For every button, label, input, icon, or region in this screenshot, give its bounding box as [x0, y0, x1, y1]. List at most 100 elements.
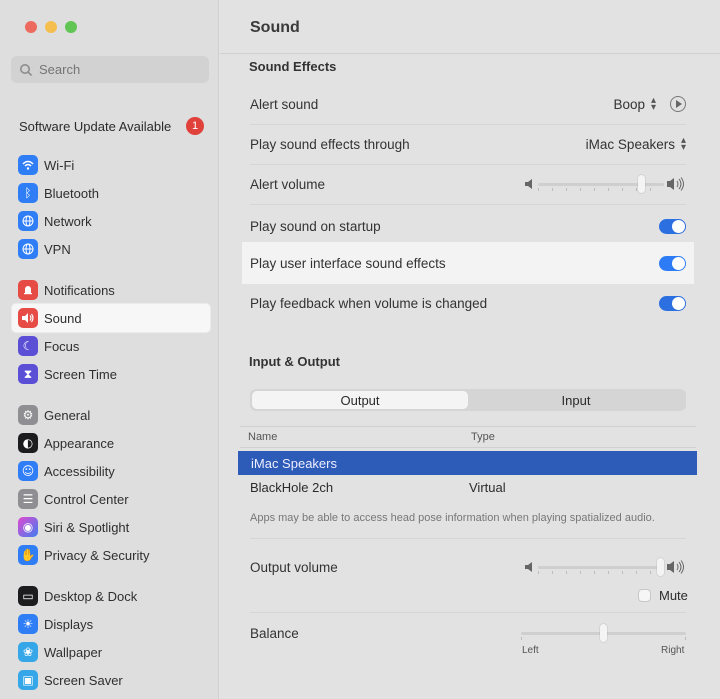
mute-label: Mute — [659, 588, 688, 603]
alert-sound-value: Boop — [613, 96, 645, 112]
slider-knob[interactable] — [637, 175, 645, 193]
dock-icon: ▭ — [18, 586, 38, 606]
sidebar-item-label: Displays — [44, 616, 94, 632]
search-input[interactable] — [39, 62, 189, 77]
chevron-updown-icon: ▴ ▾ — [680, 135, 686, 153]
device-name: iMac Speakers — [251, 455, 337, 471]
gear-icon: ⚙ — [18, 405, 38, 425]
mute-control[interactable]: Mute — [638, 588, 688, 603]
tab-input[interactable]: Input — [468, 391, 684, 409]
search-field[interactable] — [11, 56, 209, 83]
moon-icon: ☾ — [18, 336, 38, 356]
software-update-item[interactable]: Software Update Available 1 — [19, 116, 204, 136]
table-row[interactable]: iMac Speakers — [238, 451, 697, 475]
sidebar-item-label: Notifications — [44, 282, 115, 298]
sidebar-item-label: Desktop & Dock — [44, 588, 138, 604]
minimize-button[interactable] — [45, 21, 57, 33]
divider — [220, 53, 720, 54]
zoom-button[interactable] — [65, 21, 77, 33]
wallpaper-icon: ❀ — [18, 642, 38, 662]
balance-row: Balance — [238, 613, 698, 653]
speaker-icon — [18, 308, 38, 328]
sidebar-item-displays[interactable]: ☀ Displays — [12, 610, 210, 638]
spatial-audio-note: Apps may be able to access head pose inf… — [250, 512, 655, 524]
globe-icon — [18, 211, 38, 231]
alert-volume-label: Alert volume — [250, 176, 326, 192]
search-icon — [20, 63, 33, 76]
sidebar-item-control-center[interactable]: ☰ Control Center — [12, 485, 210, 513]
hourglass-icon: ⧗ — [18, 364, 38, 384]
table-row[interactable]: BlackHole 2ch Virtual — [238, 475, 697, 499]
section-heading-input-output: Input & Output — [249, 354, 340, 369]
sidebar-item-appearance[interactable]: ◐ Appearance — [12, 429, 210, 457]
sidebar-item-screen-time[interactable]: ⧗ Screen Time — [12, 360, 210, 388]
sidebar-item-label: Network — [44, 213, 92, 229]
sidebar-item-bluetooth[interactable]: ᛒ Bluetooth — [12, 179, 210, 207]
appearance-icon: ◐ — [18, 433, 38, 453]
siri-icon: ◉ — [18, 517, 38, 537]
sidebar-item-general[interactable]: ⚙ General — [12, 401, 210, 429]
sidebar-item-screen-saver[interactable]: ▣ Screen Saver — [12, 666, 210, 694]
sidebar-item-accessibility[interactable]: ☺ Accessibility — [12, 457, 210, 485]
column-header-type[interactable]: Type — [471, 431, 495, 443]
close-button[interactable] — [25, 21, 37, 33]
output-volume-label: Output volume — [250, 559, 338, 575]
sidebar-item-label: Sound — [44, 310, 82, 326]
sidebar-item-label: General — [44, 407, 91, 423]
device-type: Virtual — [469, 479, 506, 495]
sidebar-item-label: Wallpaper — [44, 644, 103, 660]
sidebar-item-focus[interactable]: ☾ Focus — [12, 332, 210, 360]
bell-icon — [18, 280, 38, 300]
slider-knob[interactable] — [600, 624, 607, 642]
slider-track — [538, 566, 664, 569]
sidebar-item-sound[interactable]: Sound — [12, 304, 210, 332]
play-alert-button[interactable] — [670, 96, 686, 112]
sidebar: Software Update Available 1 Wi-Fi ᛒ Blue… — [0, 0, 219, 699]
slider-knob[interactable] — [656, 558, 664, 576]
alert-sound-label: Alert sound — [250, 96, 319, 112]
screensaver-icon: ▣ — [18, 670, 38, 690]
slider-track — [538, 183, 664, 186]
output-volume-slider[interactable] — [524, 557, 686, 577]
column-header-name[interactable]: Name — [240, 431, 471, 443]
sidebar-item-network[interactable]: Network — [12, 207, 210, 235]
alert-volume-slider[interactable] — [524, 174, 686, 194]
sidebar-item-vpn[interactable]: VPN — [12, 235, 210, 263]
sidebar-item-desktop-dock[interactable]: ▭ Desktop & Dock — [12, 582, 210, 610]
play-through-popup[interactable]: iMac Speakers ▴ ▾ — [586, 135, 686, 153]
main-pane: Sound Sound Effects Alert sound Boop ▴ ▾ … — [220, 0, 720, 699]
sidebar-item-wifi[interactable]: Wi-Fi — [12, 151, 210, 179]
hand-icon: ✋ — [18, 545, 38, 565]
sidebar-item-label: Appearance — [44, 435, 115, 451]
wifi-icon — [18, 155, 38, 175]
sidebar-item-wallpaper[interactable]: ❀ Wallpaper — [12, 638, 210, 666]
volume-feedback-row: Play feedback when volume is changed — [238, 283, 698, 323]
speaker-low-icon — [525, 562, 532, 572]
slider-ticks — [538, 188, 664, 191]
alert-volume-row: Alert volume — [238, 164, 698, 204]
software-update-label: Software Update Available — [19, 118, 172, 134]
ui-sound-effects-toggle[interactable] — [659, 255, 686, 271]
accessibility-icon: ☺ — [18, 461, 38, 481]
sidebar-item-label: VPN — [44, 241, 71, 257]
mute-checkbox[interactable] — [638, 589, 651, 602]
startup-sound-row: Play sound on startup — [238, 206, 698, 246]
play-through-row: Play sound effects through iMac Speakers… — [238, 124, 698, 164]
sidebar-item-siri-spotlight[interactable]: ◉ Siri & Spotlight — [12, 513, 210, 541]
output-volume-row: Output volume — [238, 547, 698, 587]
sidebar-item-privacy-security[interactable]: ✋ Privacy & Security — [12, 541, 210, 569]
sidebar-item-label: Screen Time — [44, 366, 117, 382]
startup-sound-toggle[interactable] — [659, 218, 686, 234]
balance-left-label: Left — [522, 645, 539, 656]
sidebar-item-notifications[interactable]: Notifications — [12, 276, 210, 304]
sidebar-item-label: Screen Saver — [44, 672, 123, 688]
chevron-updown-icon: ▴ ▾ — [650, 95, 656, 113]
balance-slider[interactable] — [521, 623, 686, 643]
ui-sound-effects-label: Play user interface sound effects — [250, 255, 446, 271]
sidebar-item-label: Siri & Spotlight — [44, 519, 130, 535]
alert-sound-popup[interactable]: Boop ▴ ▾ — [613, 95, 686, 113]
tab-output[interactable]: Output — [252, 391, 468, 409]
sidebar-item-label: Wi-Fi — [44, 157, 75, 173]
volume-feedback-toggle[interactable] — [659, 295, 686, 311]
globe-icon — [18, 239, 38, 259]
